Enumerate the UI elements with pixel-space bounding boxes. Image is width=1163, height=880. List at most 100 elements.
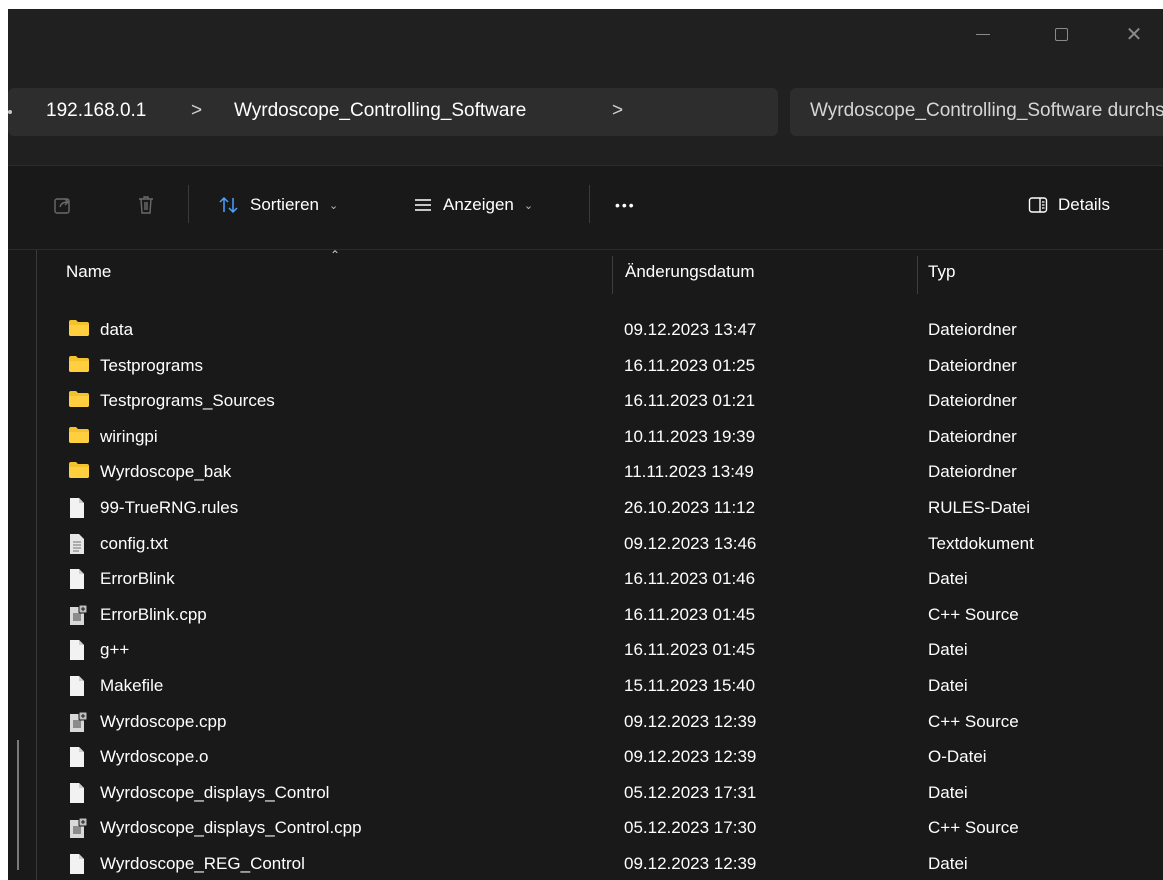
table-row[interactable]: Wyrdoscope.o 09.12.2023 12:39 O-Datei [60, 739, 1163, 774]
file-date: 05.12.2023 17:30 [624, 818, 757, 838]
share-icon[interactable] [50, 192, 76, 218]
close-button[interactable]: ✕ [1114, 19, 1154, 49]
table-row[interactable]: Makefile 15.11.2023 15:40 Datei [60, 668, 1163, 703]
table-row[interactable]: Testprograms 16.11.2023 01:25 Dateiordner [60, 348, 1163, 383]
file-type: C++ Source [928, 711, 1019, 731]
file-name: Wyrdoscope_displays_Control.cpp [100, 818, 362, 838]
command-bar: Sortieren ⌄ Anzeigen ⌄ ••• Details [8, 166, 1163, 250]
table-row[interactable]: ErrorBlink 16.11.2023 01:46 Datei [60, 561, 1163, 596]
maximize-icon [1054, 27, 1068, 41]
file-date: 09.12.2023 12:39 [624, 711, 757, 731]
minimize-button[interactable] [963, 19, 1003, 49]
title-bar: ✕ [8, 9, 1163, 79]
table-row[interactable]: wiringpi 10.11.2023 19:39 Dateiordner [60, 419, 1163, 454]
file-name: config.txt [100, 533, 169, 553]
file-date: 16.11.2023 01:46 [624, 569, 756, 589]
folder-icon [68, 461, 90, 481]
search-placeholder: Wyrdoscope_Controlling_Software durchsuc… [810, 100, 1163, 121]
folder-icon [68, 426, 90, 446]
file-date: 09.12.2023 12:39 [624, 854, 757, 873]
breadcrumb-item-folder[interactable]: Wyrdoscope_Controlling_Software [234, 100, 526, 122]
table-row[interactable]: Wyrdoscope_REG_Control 09.12.2023 12:39 Da… [60, 846, 1163, 880]
file-type: Dateiordner [928, 426, 1017, 446]
file-date: 11.11.2023 13:49 [624, 462, 754, 482]
file-name: Wyrdoscope.cpp [100, 711, 227, 731]
toolbar-divider [188, 185, 189, 223]
file-name: ErrorBlink.cpp [100, 604, 207, 624]
file-type: Dateiordner [928, 355, 1017, 375]
file-name: Wyrdoscope.o [100, 747, 209, 767]
overflow-dot-icon [8, 110, 12, 114]
file-type: RULES-Datei [928, 498, 1031, 517]
details-button[interactable]: Details [1028, 191, 1110, 219]
file-type: Textdokument [928, 533, 1034, 553]
file-date: 09.12.2023 13:47 [624, 320, 757, 339]
table-row[interactable]: Wyrdoscope_displays_Control.cpp 05.12.202… [60, 810, 1163, 845]
details-label: Details [1058, 195, 1110, 214]
file-date: 16.11.2023 01:45 [624, 604, 756, 624]
table-row[interactable]: g++ 16.11.2023 01:45 Datei [60, 632, 1163, 667]
navigation-pane-border [36, 250, 37, 880]
sort-label: Sortieren [250, 195, 319, 214]
chevron-right-icon: > [191, 100, 203, 121]
column-header-date[interactable]: Änderungsdatum [613, 250, 915, 294]
file-date: 16.11.2023 01:21 [624, 391, 756, 411]
details-pane-icon [1028, 197, 1048, 213]
file-date: 09.12.2023 12:39 [624, 747, 757, 767]
table-row[interactable]: Wyrdoscope.cpp 09.12.2023 12:39 C++ Source [60, 704, 1163, 739]
table-row[interactable]: config.txt 09.12.2023 13:46 Textdokument [60, 526, 1163, 561]
file-type: Datei [928, 676, 968, 695]
table-row[interactable]: ErrorBlink.cpp 16.11.2023 01:45 C++ Source [60, 597, 1163, 632]
cpp-file-icon [68, 604, 90, 625]
column-header-type-label: Typ [928, 262, 956, 281]
file-name: Testprograms [100, 355, 203, 375]
file-name: Wyrdoscope_bak [100, 462, 232, 482]
file-type: C++ Source [928, 818, 1019, 838]
file-type: Datei [928, 640, 968, 660]
navigation-scrollbar[interactable] [17, 740, 19, 870]
file-type: O-Datei [928, 747, 987, 767]
more-icon: ••• [615, 197, 636, 213]
file-name: ErrorBlink [100, 569, 175, 589]
view-button[interactable]: Anzeigen ⌄ [413, 191, 533, 219]
table-row[interactable]: Testprograms_Sources 16.11.2023 01:21 Date… [60, 383, 1163, 418]
table-row[interactable]: Wyrdoscope_bak 11.11.2023 13:49 Dateiordne… [60, 454, 1163, 489]
file-date: 10.11.2023 19:39 [624, 426, 756, 446]
file-list-pane: ⌃ Name Änderungsdatum Typ data 09.12.2023… [8, 248, 1163, 880]
table-row[interactable]: 99-TrueRNG.rules 26.10.2023 11:12 RULES-Da… [60, 490, 1163, 525]
chevron-down-icon: ⌄ [523, 199, 534, 212]
view-icon [415, 199, 431, 211]
file-type: C++ Source [928, 604, 1019, 624]
file-icon [68, 853, 90, 874]
search-input[interactable]: Wyrdoscope_Controlling_Software durchsuc… [790, 88, 1163, 136]
file-type: Dateiordner [928, 462, 1017, 482]
file-explorer-window: ✕ 192.168.0.1 > Wyrdoscope_Controlling_S… [8, 9, 1163, 880]
file-icon [68, 568, 90, 590]
column-header-name[interactable]: Name [60, 250, 612, 294]
maximize-button[interactable] [1041, 19, 1081, 49]
file-icon [68, 782, 90, 803]
file-icon [68, 746, 90, 768]
toolbar-divider [589, 185, 590, 223]
more-options-button[interactable]: ••• [615, 191, 636, 219]
file-name: 99-TrueRNG.rules [100, 498, 239, 517]
column-header-type[interactable]: Typ [918, 250, 1163, 294]
breadcrumb-item-ip[interactable]: 192.168.0.1 [46, 100, 146, 122]
breadcrumb[interactable]: 192.168.0.1 > Wyrdoscope_Controlling_Sof… [8, 88, 778, 136]
file-date: 16.11.2023 01:45 [624, 640, 756, 660]
file-type: Datei [928, 854, 968, 873]
table-row[interactable]: Wyrdoscope_displays_Control 05.12.2023 17… [60, 775, 1163, 810]
address-bar: 192.168.0.1 > Wyrdoscope_Controlling_Sof… [8, 79, 1163, 166]
minimize-icon [976, 33, 990, 35]
file-type: Dateiordner [928, 320, 1017, 339]
delete-icon[interactable] [133, 192, 159, 218]
file-date: 26.10.2023 11:12 [624, 498, 756, 517]
table-row[interactable]: data 09.12.2023 13:47 Dateiordner [60, 312, 1163, 347]
file-date: 15.11.2023 15:40 [624, 676, 756, 695]
sort-button[interactable]: Sortieren ⌄ [218, 191, 338, 219]
folder-icon [68, 355, 90, 375]
chevron-right-icon[interactable]: > [612, 100, 623, 122]
file-date: 05.12.2023 17:31 [624, 782, 757, 802]
file-date: 16.11.2023 01:25 [624, 355, 756, 375]
file-icon [68, 497, 90, 518]
